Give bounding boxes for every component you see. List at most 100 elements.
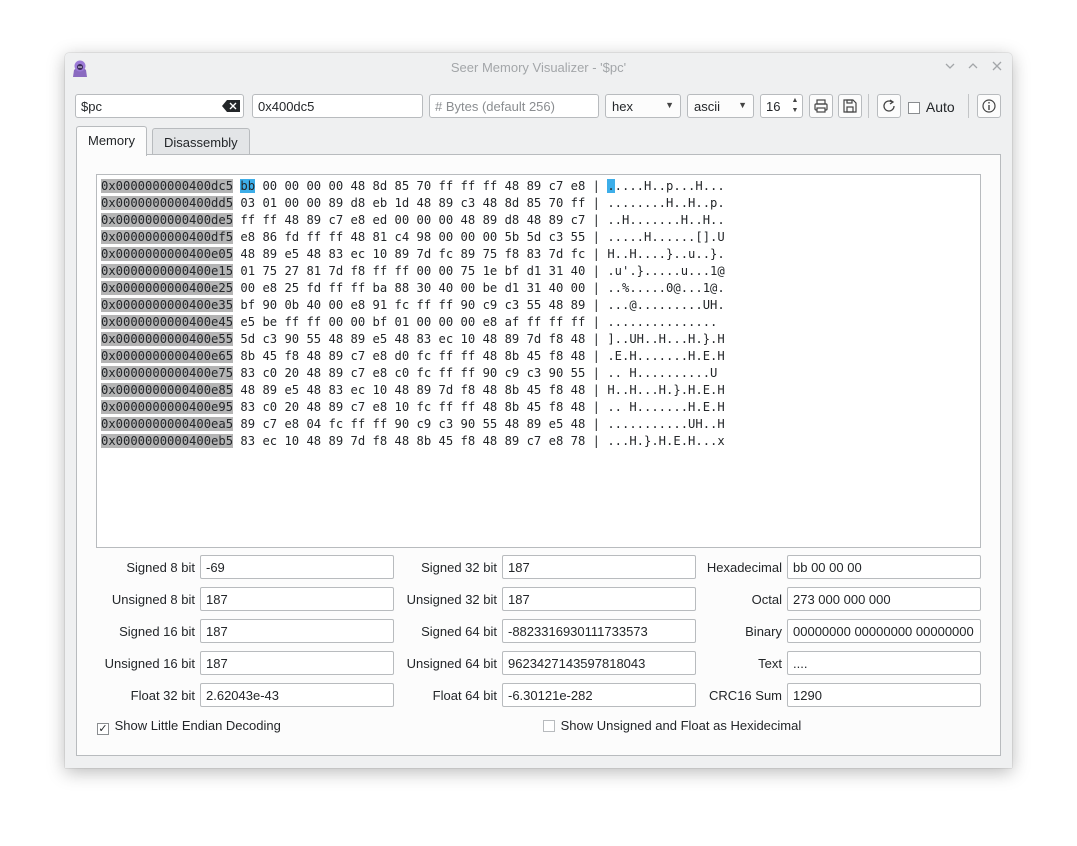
hex-row[interactable]: 0x0000000000400e35 bf 90 0b 40 00 e8 91 … (101, 297, 725, 314)
ascii-char-first[interactable]: . (607, 281, 614, 295)
hex-bytes[interactable]: 86 fd ff ff 48 81 c4 98 00 00 00 5b 5d c… (255, 230, 585, 244)
maximize-chevron-up-icon[interactable] (966, 60, 980, 74)
hex-bytes[interactable]: 90 0b 40 00 e8 91 fc ff ff 90 c9 c3 55 4… (255, 298, 585, 312)
auto-refresh-checkbox[interactable]: Auto (908, 99, 955, 115)
hex-byte-first[interactable]: e8 (240, 230, 255, 244)
ascii-char-first[interactable]: . (607, 298, 614, 312)
hex-byte-first[interactable]: 8b (240, 349, 255, 363)
hex-row[interactable]: 0x0000000000400de5 ff ff 48 89 c7 e8 ed … (101, 212, 725, 229)
format-combo[interactable]: hex ▼ (605, 94, 681, 118)
ascii-text[interactable]: u'.}.....u...1@ (615, 264, 725, 278)
hex-bytes[interactable]: e8 25 fd ff ff ba 88 30 40 00 be d1 31 4… (255, 281, 585, 295)
ascii-text[interactable]: ..UH..H...H.}.H (615, 332, 725, 346)
hex-byte-first[interactable]: 03 (240, 196, 255, 210)
ascii-char-first[interactable]: H (607, 383, 614, 397)
save-button[interactable] (838, 94, 862, 118)
hex-row[interactable]: 0x0000000000400e85 48 89 e5 48 83 ec 10 … (101, 382, 725, 399)
hex-bytes[interactable]: 75 27 81 7d f8 ff ff 00 00 75 1e bf d1 3… (255, 264, 585, 278)
ascii-text[interactable]: .......H..H..p. (615, 196, 725, 210)
hex-bytes[interactable]: 00 00 00 00 48 8d 85 70 ff ff ff 48 89 c… (255, 179, 585, 193)
ascii-char-first[interactable]: . (607, 417, 614, 431)
hex-bytes[interactable]: 89 e5 48 83 ec 10 89 7d fc 89 75 f8 83 7… (255, 247, 585, 261)
hex-view[interactable]: 0x0000000000400dc5 bb 00 00 00 00 48 8d … (96, 174, 981, 548)
unsigned-hex-checkbox[interactable] (543, 720, 555, 732)
ascii-char-first[interactable]: ] (607, 332, 614, 346)
ascii-text[interactable]: .............. (615, 315, 718, 329)
ascii-char-first[interactable]: . (607, 400, 614, 414)
minimize-chevron-down-icon[interactable] (943, 60, 957, 74)
hex-bytes[interactable]: c0 20 48 89 c7 e8 c0 fc ff ff 90 c9 c3 9… (255, 366, 585, 380)
hex-row[interactable]: 0x0000000000400e45 e5 be ff ff 00 00 bf … (101, 314, 717, 331)
ascii-char-first[interactable]: . (607, 349, 614, 363)
decode-value-field[interactable]: .... (787, 651, 981, 675)
little-endian-option[interactable]: ✓ Show Little Endian Decoding (97, 718, 281, 735)
hex-byte-first[interactable]: 89 (240, 417, 255, 431)
hex-row[interactable]: 0x0000000000400e55 5d c3 90 55 48 89 e5 … (101, 331, 725, 348)
hex-bytes[interactable]: 45 f8 48 89 c7 e8 d0 fc ff ff 48 8b 45 f… (255, 349, 585, 363)
ascii-char-first[interactable]: H (607, 247, 614, 261)
ascii-char-first[interactable]: . (607, 315, 614, 329)
hex-byte-first[interactable]: 83 (240, 434, 255, 448)
columns-spinbox[interactable]: 16 ▲ ▼ (760, 94, 803, 118)
bytes-input[interactable] (429, 94, 599, 118)
info-button[interactable] (977, 94, 1001, 118)
hex-byte-first[interactable]: 00 (240, 281, 255, 295)
hex-row[interactable]: 0x0000000000400e15 01 75 27 81 7d f8 ff … (101, 263, 725, 280)
hex-row[interactable]: 0x0000000000400df5 e8 86 fd ff ff 48 81 … (101, 229, 725, 246)
print-button[interactable] (809, 94, 833, 118)
ascii-text[interactable]: ..H....}..u..}. (615, 247, 725, 261)
hex-bytes[interactable]: be ff ff 00 00 bf 01 00 00 00 e8 af ff f… (255, 315, 585, 329)
ascii-text[interactable]: . H..........U (615, 366, 718, 380)
auto-checkbox-box[interactable] (908, 102, 920, 114)
clear-input-icon[interactable] (222, 100, 240, 112)
decode-value-field[interactable]: 273 000 000 000 (787, 587, 981, 611)
decode-value-field[interactable]: bb 00 00 00 (787, 555, 981, 579)
decode-value-field[interactable]: 00000000 00000000 00000000 (787, 619, 981, 643)
spin-arrows-icon[interactable]: ▲ ▼ (790, 96, 800, 116)
ascii-text[interactable]: ....H..p...H... (615, 179, 725, 193)
decode-value-field[interactable]: 1290 (787, 683, 981, 707)
hex-byte-first[interactable]: 01 (240, 264, 255, 278)
hex-byte-first[interactable]: bb (240, 179, 256, 193)
ascii-char-first[interactable]: . (607, 196, 614, 210)
ascii-text[interactable]: ..H.}.H.E.H...x (615, 434, 725, 448)
close-icon[interactable] (990, 60, 1004, 74)
refresh-button[interactable] (877, 94, 901, 118)
ascii-char-first[interactable]: . (607, 264, 614, 278)
hex-byte-first[interactable]: 5d (240, 332, 255, 346)
ascii-text[interactable]: ....H......[].U (615, 230, 725, 244)
charset-combo[interactable]: ascii ▼ (687, 94, 754, 118)
expression-input[interactable] (75, 94, 244, 118)
hex-bytes[interactable]: 89 e5 48 83 ec 10 48 89 7d f8 48 8b 45 f… (255, 383, 585, 397)
hex-bytes[interactable]: 01 00 00 89 d8 eb 1d 48 89 c3 48 8d 85 7… (255, 196, 585, 210)
tab-memory[interactable]: Memory (76, 126, 147, 156)
hex-row[interactable]: 0x0000000000400e75 83 c0 20 48 89 c7 e8 … (101, 365, 717, 382)
ascii-text[interactable]: .H.......H..H.. (615, 213, 725, 227)
ascii-text[interactable]: ..@.........UH. (615, 298, 725, 312)
hex-bytes[interactable]: ec 10 48 89 7d f8 48 8b 45 f8 48 89 c7 e… (255, 434, 585, 448)
hex-row[interactable]: 0x0000000000400e95 83 c0 20 48 89 c7 e8 … (101, 399, 725, 416)
ascii-char-first[interactable]: . (607, 213, 614, 227)
ascii-char-first[interactable]: . (607, 366, 614, 380)
tab-disassembly[interactable]: Disassembly (152, 128, 250, 156)
hex-bytes[interactable]: c7 e8 04 fc ff ff 90 c9 c3 90 55 48 89 e… (255, 417, 585, 431)
ascii-text[interactable]: E.H.......H.E.H (615, 349, 725, 363)
hex-row[interactable]: 0x0000000000400e65 8b 45 f8 48 89 c7 e8 … (101, 348, 725, 365)
hex-bytes[interactable]: c3 90 55 48 89 e5 48 83 ec 10 48 89 7d f… (255, 332, 585, 346)
ascii-text[interactable]: ..........UH..H (615, 417, 725, 431)
hex-bytes[interactable]: c0 20 48 89 c7 e8 10 fc ff ff 48 8b 45 f… (255, 400, 585, 414)
hex-byte-first[interactable]: 48 (240, 383, 255, 397)
ascii-char-first[interactable]: . (607, 179, 615, 193)
ascii-text[interactable]: .%.....0@...1@. (615, 281, 725, 295)
hex-byte-first[interactable]: 48 (240, 247, 255, 261)
ascii-text[interactable]: ..H...H.}.H.E.H (615, 383, 725, 397)
unsigned-hex-option[interactable]: Show Unsigned and Float as Hexidecimal (543, 718, 801, 733)
address-input[interactable] (252, 94, 423, 118)
hex-row[interactable]: 0x0000000000400e25 00 e8 25 fd ff ff ba … (101, 280, 725, 297)
ascii-char-first[interactable]: . (607, 230, 614, 244)
little-endian-checkbox[interactable]: ✓ (97, 723, 109, 735)
hex-row[interactable]: 0x0000000000400ea5 89 c7 e8 04 fc ff ff … (101, 416, 725, 433)
hex-byte-first[interactable]: 83 (240, 400, 255, 414)
hex-row[interactable]: 0x0000000000400dc5 bb 00 00 00 00 48 8d … (101, 178, 725, 195)
hex-byte-first[interactable]: ff (240, 213, 255, 227)
